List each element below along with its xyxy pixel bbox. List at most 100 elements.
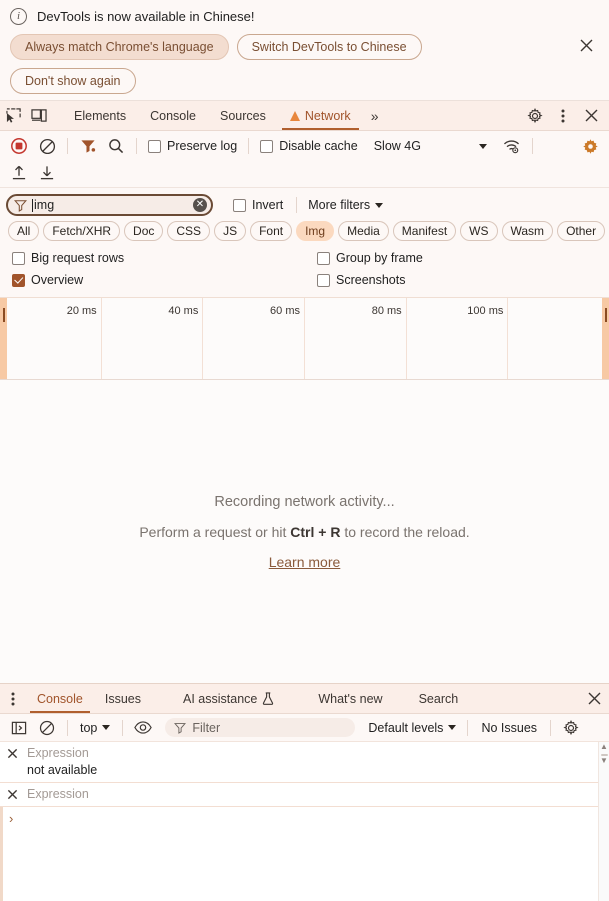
drawer-tab-console[interactable]: Console	[26, 684, 94, 713]
console-prompt[interactable]: ›	[0, 807, 609, 901]
throttling-dropdown[interactable]: Slow 4G	[368, 139, 487, 153]
tab-label: Issues	[105, 692, 141, 706]
dont-show-again-button[interactable]: Don't show again	[10, 68, 136, 94]
tab-elements[interactable]: Elements	[62, 101, 138, 130]
disable-cache-checkbox[interactable]: Disable cache	[256, 139, 362, 153]
tab-sources[interactable]: Sources	[208, 101, 278, 130]
invert-label: Invert	[252, 198, 283, 212]
console-filter-input[interactable]: Filter	[165, 718, 355, 737]
network-overview-timeline[interactable]: 20 ms 40 ms 60 ms 80 ms 100 ms	[0, 297, 609, 380]
import-har-icon[interactable]	[6, 160, 32, 184]
warning-triangle-icon	[290, 111, 300, 121]
tab-label: What's new	[318, 692, 382, 706]
checkbox-box	[148, 140, 161, 153]
type-filter-ws[interactable]: WS	[460, 221, 497, 241]
chevron-down-icon	[375, 203, 383, 208]
gear-icon[interactable]	[521, 102, 549, 130]
timeline-tick: 100 ms	[407, 298, 509, 379]
remove-live-expression-icon[interactable]	[6, 747, 19, 760]
chevron-down-icon	[102, 725, 110, 730]
tab-network[interactable]: Network	[278, 101, 363, 130]
empty-state-instruction: Perform a request or hit Ctrl + R to rec…	[139, 524, 469, 540]
remove-live-expression-icon[interactable]	[6, 788, 19, 801]
type-filter-wasm[interactable]: Wasm	[502, 221, 554, 241]
console-settings-gear-icon[interactable]	[558, 716, 584, 740]
device-toolbar-icon[interactable]	[26, 101, 52, 130]
tick-label: 80 ms	[372, 305, 402, 317]
preserve-log-checkbox[interactable]: Preserve log	[144, 139, 241, 153]
drawer-more-options-icon[interactable]	[0, 684, 26, 713]
banner-close-button[interactable]	[575, 34, 597, 56]
always-match-chrome-language-button[interactable]: Always match Chrome's language	[10, 34, 229, 60]
clear-network-log-icon[interactable]	[34, 134, 60, 158]
network-settings-gear-icon[interactable]	[577, 134, 603, 158]
type-filter-media[interactable]: Media	[338, 221, 389, 241]
invert-filter-checkbox[interactable]: Invert	[229, 198, 287, 212]
live-expression-placeholder[interactable]: Expression	[27, 787, 89, 801]
record-button[interactable]	[6, 134, 32, 158]
switch-devtools-to-chinese-button[interactable]: Switch DevTools to Chinese	[237, 34, 422, 60]
live-expression-placeholder[interactable]: Expression	[27, 746, 89, 760]
live-expression-row: Expression not available	[0, 742, 609, 783]
console-toolbar: top Filter Default levels No	[0, 714, 609, 742]
clear-console-icon[interactable]	[34, 716, 60, 740]
type-filter-all[interactable]: All	[8, 221, 39, 241]
instruction-suffix: to record the reload.	[340, 524, 469, 540]
network-conditions-icon[interactable]	[499, 134, 525, 158]
toolbar-divider	[467, 720, 468, 736]
type-filter-doc[interactable]: Doc	[124, 221, 163, 241]
type-filter-other[interactable]: Other	[557, 221, 605, 241]
type-filter-font[interactable]: Font	[250, 221, 292, 241]
scroll-down-arrow-icon[interactable]: ▼	[600, 756, 608, 766]
scroll-up-arrow-icon[interactable]: ▲	[600, 742, 608, 752]
big-request-rows-checkbox[interactable]: Big request rows	[8, 251, 313, 265]
checkbox-box	[317, 252, 330, 265]
console-drawer: Console Issues AI assistance What's new …	[0, 683, 609, 901]
screenshots-label: Screenshots	[336, 273, 405, 287]
search-icon[interactable]	[103, 134, 129, 158]
overview-resize-handle-right[interactable]	[602, 298, 609, 379]
console-sidebar-icon[interactable]	[6, 716, 32, 740]
more-filters-dropdown[interactable]: More filters	[306, 198, 383, 212]
more-tabs-icon[interactable]: »	[363, 101, 387, 130]
console-log-levels-dropdown[interactable]: Default levels	[364, 721, 460, 735]
drawer-close-icon[interactable]	[579, 684, 609, 713]
drawer-tab-issues[interactable]: Issues	[94, 684, 152, 713]
clear-filter-icon[interactable]: ✕	[193, 198, 207, 212]
filter-toggle-icon[interactable]	[75, 134, 101, 158]
drawer-tab-whats-new[interactable]: What's new	[307, 684, 393, 713]
live-expression-icon[interactable]	[130, 716, 156, 740]
drawer-tab-ai-assistance[interactable]: AI assistance	[172, 684, 285, 713]
network-filter-area: img ✕ Invert More filters All Fetch/XHR …	[0, 188, 609, 243]
console-scrollbar[interactable]: ▲ ▼	[598, 742, 609, 901]
type-filter-img[interactable]: Img	[296, 221, 334, 241]
type-filter-manifest[interactable]: Manifest	[393, 221, 456, 241]
more-options-icon[interactable]	[549, 102, 577, 130]
overview-checkbox[interactable]: Overview	[8, 273, 313, 287]
type-filter-js[interactable]: JS	[214, 221, 246, 241]
export-har-icon[interactable]	[34, 160, 60, 184]
chevron-down-icon	[479, 144, 487, 149]
screenshots-checkbox[interactable]: Screenshots	[313, 273, 409, 287]
group-by-frame-checkbox[interactable]: Group by frame	[313, 251, 427, 265]
options-row-1: Big request rows Group by frame	[8, 247, 603, 269]
checkbox-box	[233, 199, 246, 212]
drawer-tab-search[interactable]: Search	[408, 684, 470, 713]
inspect-element-icon[interactable]	[0, 101, 26, 130]
network-toolbar-row-2	[6, 159, 603, 185]
filter-input-row: img ✕ Invert More filters	[6, 191, 603, 219]
type-filter-css[interactable]: CSS	[167, 221, 210, 241]
network-display-options: Big request rows Group by frame Overview…	[0, 243, 609, 297]
learn-more-link[interactable]: Learn more	[269, 554, 341, 570]
close-devtools-icon[interactable]	[577, 102, 605, 130]
tab-label: Elements	[74, 109, 126, 123]
tab-console[interactable]: Console	[138, 101, 208, 130]
timeline-tick: 20 ms	[0, 298, 102, 379]
toolbar-divider	[532, 138, 533, 154]
issues-counter-button[interactable]: No Issues	[475, 721, 543, 735]
toolbar-divider	[136, 138, 137, 154]
console-context-selector[interactable]: top	[75, 721, 115, 735]
type-filter-fetch-xhr[interactable]: Fetch/XHR	[43, 221, 120, 241]
network-filter-input[interactable]: img ✕	[6, 194, 213, 216]
overview-resize-handle-left[interactable]	[0, 298, 7, 379]
